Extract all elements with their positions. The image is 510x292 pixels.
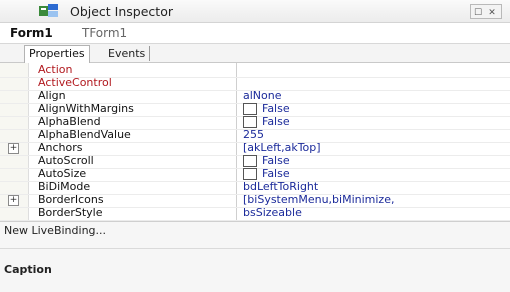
property-name: AutoSize: [38, 167, 87, 180]
help-panel: Caption: [0, 248, 510, 292]
property-name: Action: [38, 63, 73, 76]
property-row-borderstyle[interactable]: BorderStyle bsSizeable: [0, 206, 510, 221]
title-bar: Object Inspector ☐ ✕: [0, 0, 510, 23]
property-name: Align: [38, 89, 66, 102]
property-value[interactable]: [biSystemMenu,biMinimize,: [243, 193, 394, 207]
new-livebinding-link[interactable]: New LiveBinding...: [4, 224, 106, 237]
property-value[interactable]: 255: [243, 128, 264, 142]
property-name: BiDiMode: [38, 180, 91, 193]
inspector-tabs: Properties Events: [0, 44, 510, 64]
property-value[interactable]: bdLeftToRight: [243, 180, 318, 194]
expand-icon[interactable]: +: [8, 143, 19, 154]
property-name: AutoScroll: [38, 154, 94, 167]
window-title: Object Inspector: [70, 4, 173, 19]
property-value[interactable]: False: [262, 102, 290, 116]
component-name: Form1: [10, 26, 53, 40]
property-name: ActiveControl: [38, 76, 112, 89]
tab-properties[interactable]: Properties: [24, 45, 90, 64]
pin-button[interactable]: ☐: [471, 7, 485, 20]
checkbox[interactable]: [243, 155, 257, 167]
component-type: TForm1: [82, 26, 128, 40]
property-name: BorderStyle: [38, 206, 103, 219]
checkbox[interactable]: [243, 116, 257, 128]
property-name: AlphaBlendValue: [38, 128, 131, 141]
tab-events[interactable]: Events: [104, 46, 151, 61]
livebinding-panel: New LiveBinding...: [0, 221, 510, 248]
property-name: AlphaBlend: [38, 115, 101, 128]
property-grid: Action ActiveControl Align alNone AlignW…: [0, 63, 510, 221]
property-value[interactable]: False: [262, 167, 290, 181]
close-button[interactable]: ✕: [485, 7, 499, 20]
property-value[interactable]: alNone: [243, 89, 282, 103]
property-name: Anchors: [38, 141, 83, 154]
property-name: AlignWithMargins: [38, 102, 134, 115]
object-inspector-icon: [39, 4, 58, 17]
property-value[interactable]: [akLeft,akTop]: [243, 141, 321, 155]
component-selector[interactable]: Form1 TForm1: [0, 23, 510, 44]
checkbox[interactable]: [243, 168, 257, 180]
property-value[interactable]: False: [262, 115, 290, 129]
checkbox[interactable]: [243, 103, 257, 115]
expand-icon[interactable]: +: [8, 195, 19, 206]
property-value[interactable]: False: [262, 154, 290, 168]
property-value[interactable]: bsSizeable: [243, 206, 302, 220]
window-buttons: ☐ ✕: [470, 4, 502, 19]
property-name: BorderIcons: [38, 193, 104, 206]
help-title: Caption: [4, 263, 52, 276]
